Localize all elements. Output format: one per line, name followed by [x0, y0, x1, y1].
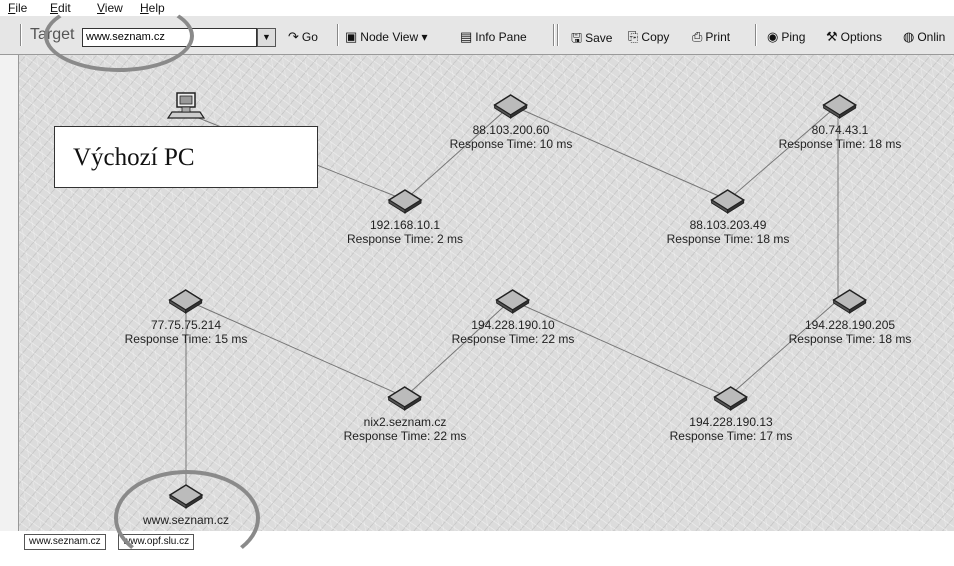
node-address: 194.228.190.205 — [804, 318, 896, 332]
node-response-time: Response Time: 22 ms — [343, 429, 467, 443]
router-node[interactable]: 88.103.203.49 Response Time: 18 ms — [666, 186, 790, 246]
router-node[interactable]: nix2.seznam.cz Response Time: 22 ms — [343, 383, 467, 443]
annotation-ring-target — [44, 0, 194, 72]
router-icon — [387, 189, 423, 214]
node-response-time: Response Time: 18 ms — [666, 232, 790, 246]
computer-icon — [166, 92, 206, 119]
router-icon — [493, 94, 529, 119]
router-node[interactable]: 192.168.10.1 Response Time: 2 ms — [347, 186, 463, 246]
router-icon — [495, 289, 531, 314]
node-response-time: Response Time: 10 ms — [449, 137, 573, 151]
router-icon — [710, 189, 746, 214]
router-node[interactable]: 80.74.43.1 Response Time: 18 ms — [778, 91, 902, 151]
node-address: 194.228.190.10 — [471, 318, 555, 332]
node-response-time: Response Time: 18 ms — [778, 137, 902, 151]
node-response-time: Response Time: 17 ms — [669, 429, 793, 443]
source-pc-callout: Výchozí PC — [54, 126, 318, 188]
node-response-time: Response Time: 18 ms — [788, 332, 912, 346]
node-response-time: Response Time: 2 ms — [346, 232, 464, 246]
route-links — [185, 104, 839, 495]
source-pc-node[interactable] — [166, 92, 206, 124]
router-icon — [832, 289, 868, 314]
router-node[interactable]: 77.75.75.214 Response Time: 15 ms — [124, 286, 248, 346]
router-node[interactable]: 194.228.190.10 Response Time: 22 ms — [451, 286, 575, 346]
router-icon — [713, 386, 749, 411]
router-node[interactable]: 88.103.200.60 Response Time: 10 ms — [449, 91, 573, 151]
router-icon — [822, 94, 858, 119]
node-address: 194.228.190.13 — [689, 415, 773, 429]
node-address: 88.103.203.49 — [689, 218, 767, 232]
tab-www-seznam-cz[interactable]: www.seznam.cz — [24, 534, 106, 550]
router-node[interactable]: 194.228.190.205 Response Time: 18 ms — [788, 286, 912, 346]
node-address: 88.103.200.60 — [472, 123, 550, 137]
node-address: 192.168.10.1 — [369, 218, 441, 232]
node-address: 77.75.75.214 — [150, 318, 222, 332]
annotation-ring-destination — [114, 470, 260, 566]
router-icon — [168, 289, 204, 314]
router-node[interactable]: 194.228.190.13 Response Time: 17 ms — [669, 383, 793, 443]
node-response-time: Response Time: 22 ms — [451, 332, 575, 346]
node-address: 80.74.43.1 — [811, 123, 869, 137]
node-response-time: Response Time: 15 ms — [124, 332, 248, 346]
node-address: nix2.seznam.cz — [363, 415, 447, 429]
router-icon — [387, 386, 423, 411]
